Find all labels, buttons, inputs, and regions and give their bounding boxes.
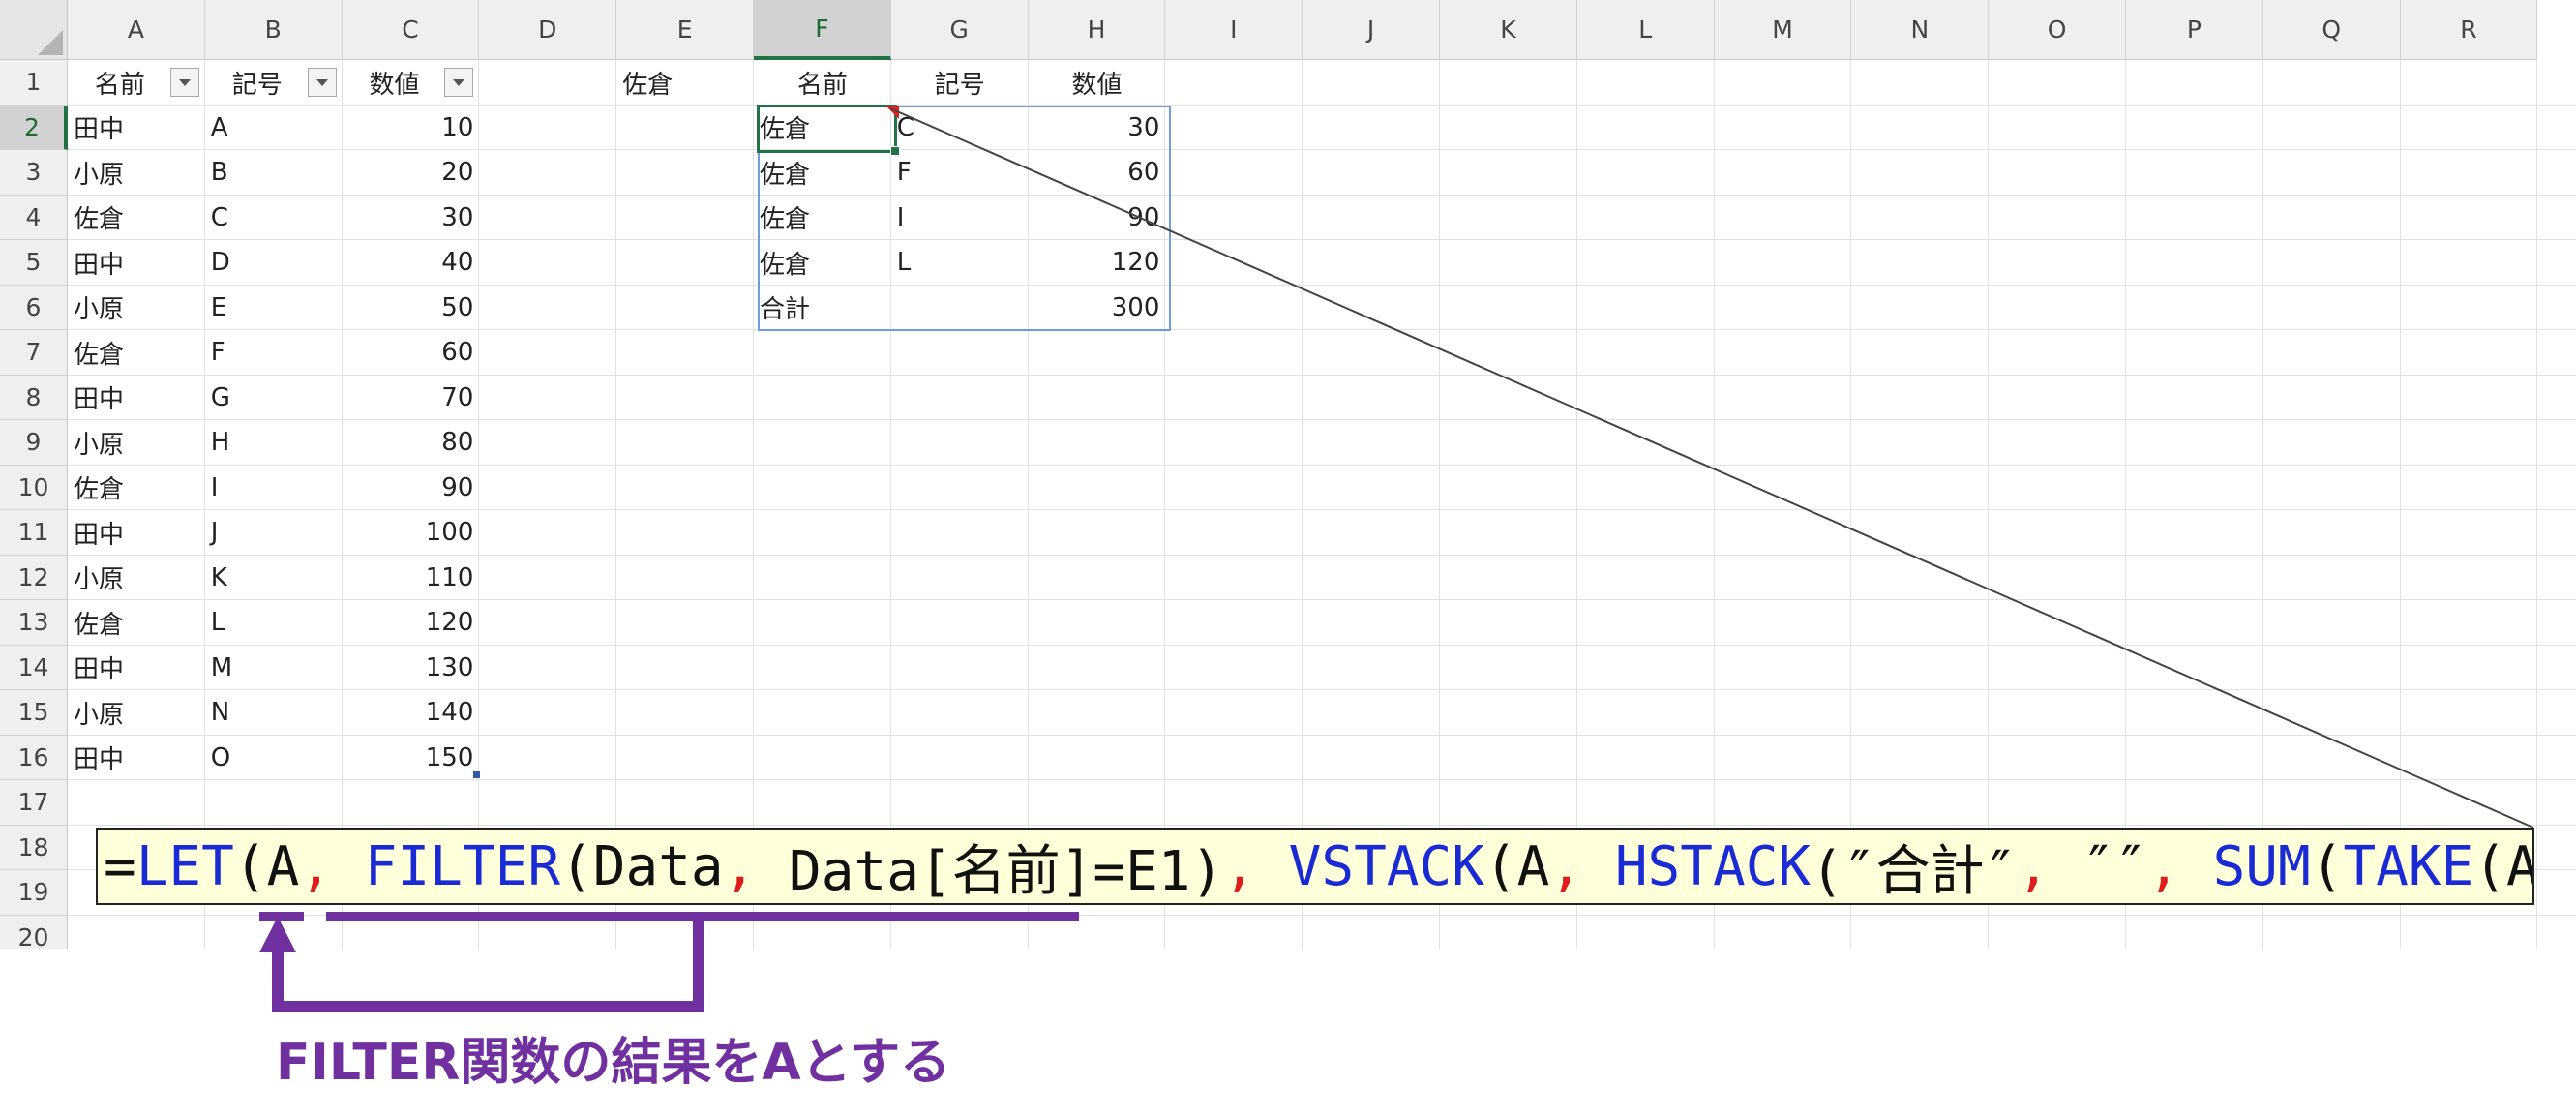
formula-text: Data[名前]=E1) bbox=[756, 839, 1224, 903]
formula-text: (A bbox=[1483, 834, 1550, 898]
formula-text bbox=[2180, 835, 2213, 898]
formula-text: (A bbox=[2473, 834, 2534, 898]
formula-text: = bbox=[104, 834, 136, 898]
formula-separator: , bbox=[299, 834, 333, 898]
formula-function-name: VSTACK bbox=[1288, 834, 1484, 898]
formula-text: (A bbox=[233, 834, 300, 898]
formula-function-name: LET bbox=[135, 834, 234, 898]
formula-separator: , bbox=[2017, 834, 2050, 898]
formula-display: = LET (A, FILTER (Data, Data[名前]=E1), VSTAC… bbox=[96, 828, 2534, 905]
bracket-arrow bbox=[272, 921, 704, 1012]
formula-text bbox=[1582, 835, 1615, 898]
arrow-head bbox=[259, 917, 296, 952]
annotation-label: FILTER関数の結果をAとする bbox=[276, 1034, 951, 1092]
formula-function-name: HSTACK bbox=[1614, 834, 1812, 898]
formula-text: ″″ bbox=[2050, 834, 2148, 898]
formula-function-name: TAKE bbox=[2343, 834, 2474, 898]
annotation-layer bbox=[259, 107, 2534, 1012]
formula-separator: , bbox=[1549, 834, 1583, 898]
formula-text bbox=[1256, 835, 1289, 898]
formula-separator: , bbox=[723, 834, 757, 898]
formula-text: (Data bbox=[560, 834, 724, 898]
formula-text: (″合計″ bbox=[1811, 839, 2018, 903]
formula-function-name: SUM bbox=[2212, 834, 2311, 898]
formula-separator: , bbox=[1223, 834, 1256, 898]
leader-line bbox=[889, 107, 2534, 829]
formula-text bbox=[332, 835, 365, 898]
formula-function-name: FILTER bbox=[364, 834, 561, 898]
formula-separator: , bbox=[2147, 834, 2180, 898]
formula-text: ( bbox=[2310, 834, 2344, 898]
